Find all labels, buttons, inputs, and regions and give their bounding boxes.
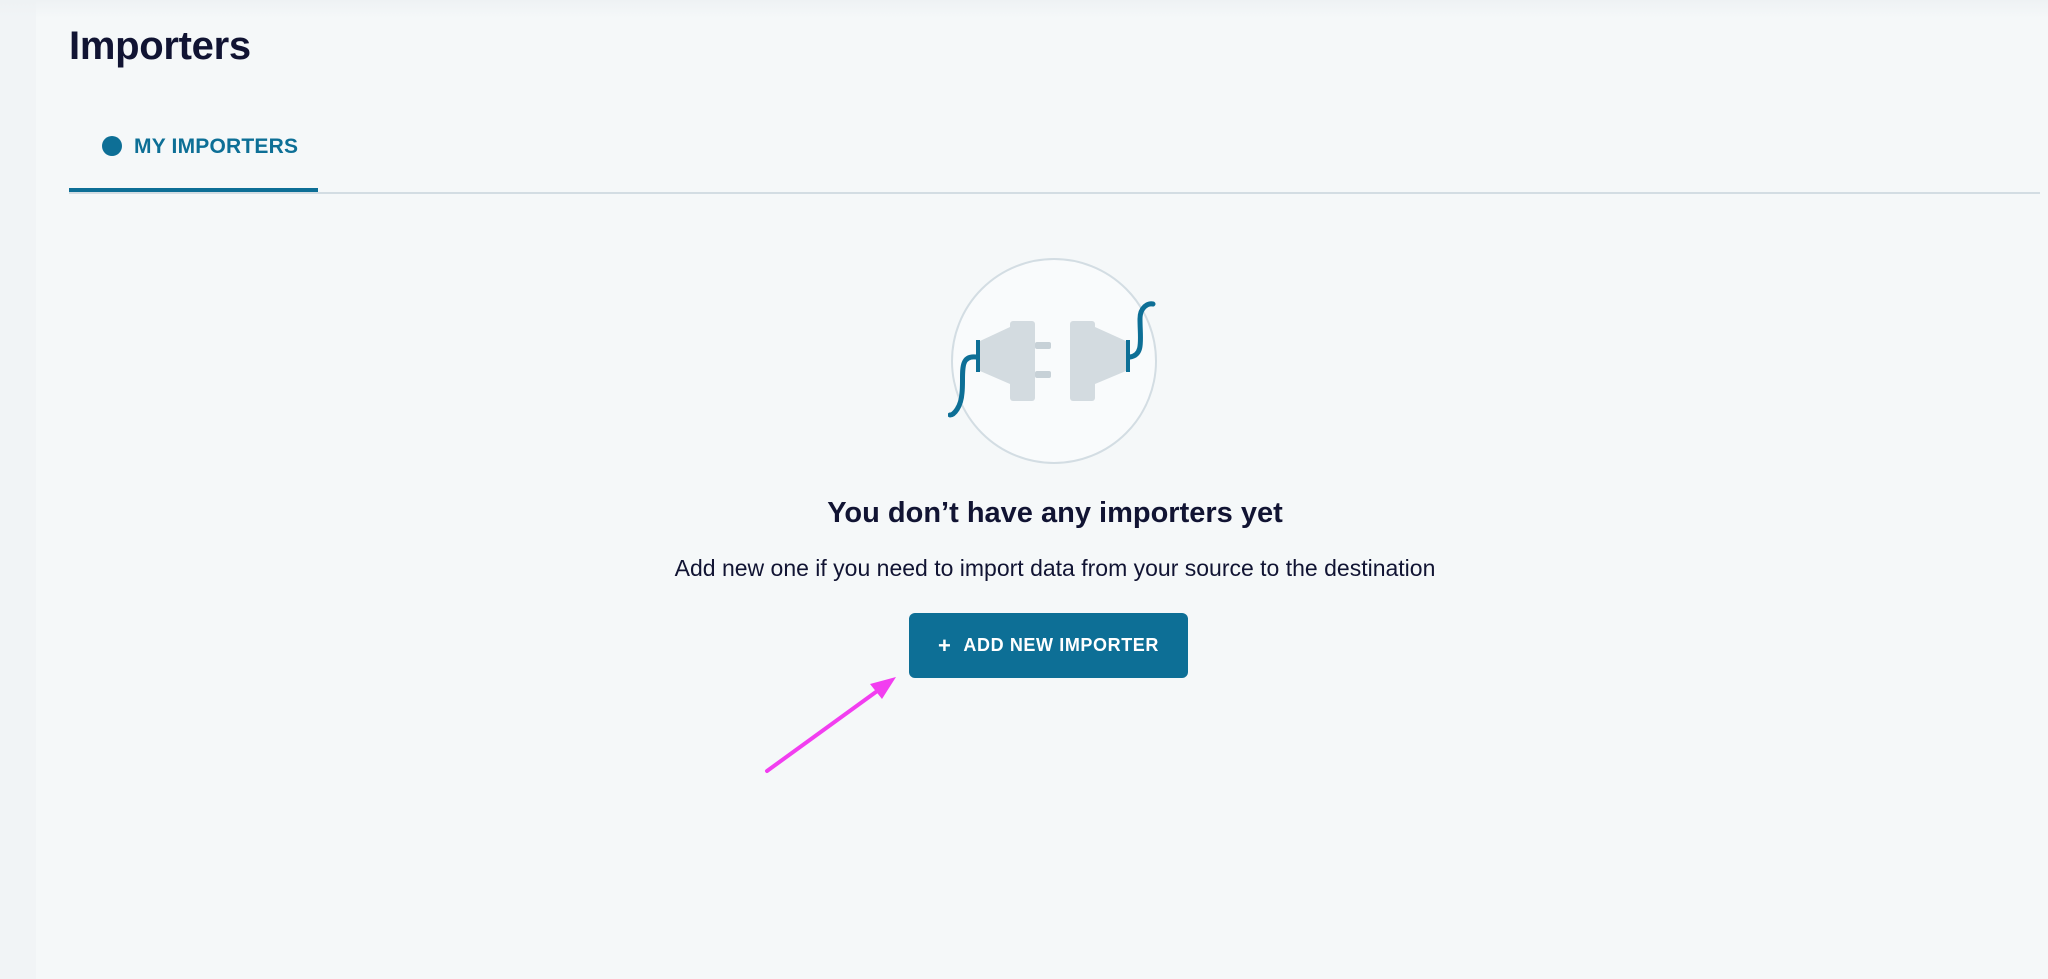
importers-page: Importers MY IMPORTERS You don’t have an… (0, 0, 2048, 979)
tab-my-importers[interactable]: MY IMPORTERS (69, 120, 318, 192)
tab-label: MY IMPORTERS (134, 135, 299, 158)
empty-state-title: You don’t have any importers yet (827, 497, 1283, 529)
add-new-importer-label: ADD NEW IMPORTER (963, 635, 1160, 655)
tab-indicator-dot-icon (102, 136, 122, 156)
page-title: Importers (69, 24, 251, 68)
left-edge-strip (0, 0, 36, 979)
add-new-importer-button[interactable]: + ADD NEW IMPORTER (909, 613, 1188, 678)
plus-icon: + (937, 632, 952, 658)
top-shadow (0, 0, 2048, 18)
tab-bar: MY IMPORTERS (69, 120, 2040, 194)
disconnected-plug-icon (948, 258, 1157, 464)
empty-state-subtitle: Add new one if you need to import data f… (674, 555, 1436, 581)
